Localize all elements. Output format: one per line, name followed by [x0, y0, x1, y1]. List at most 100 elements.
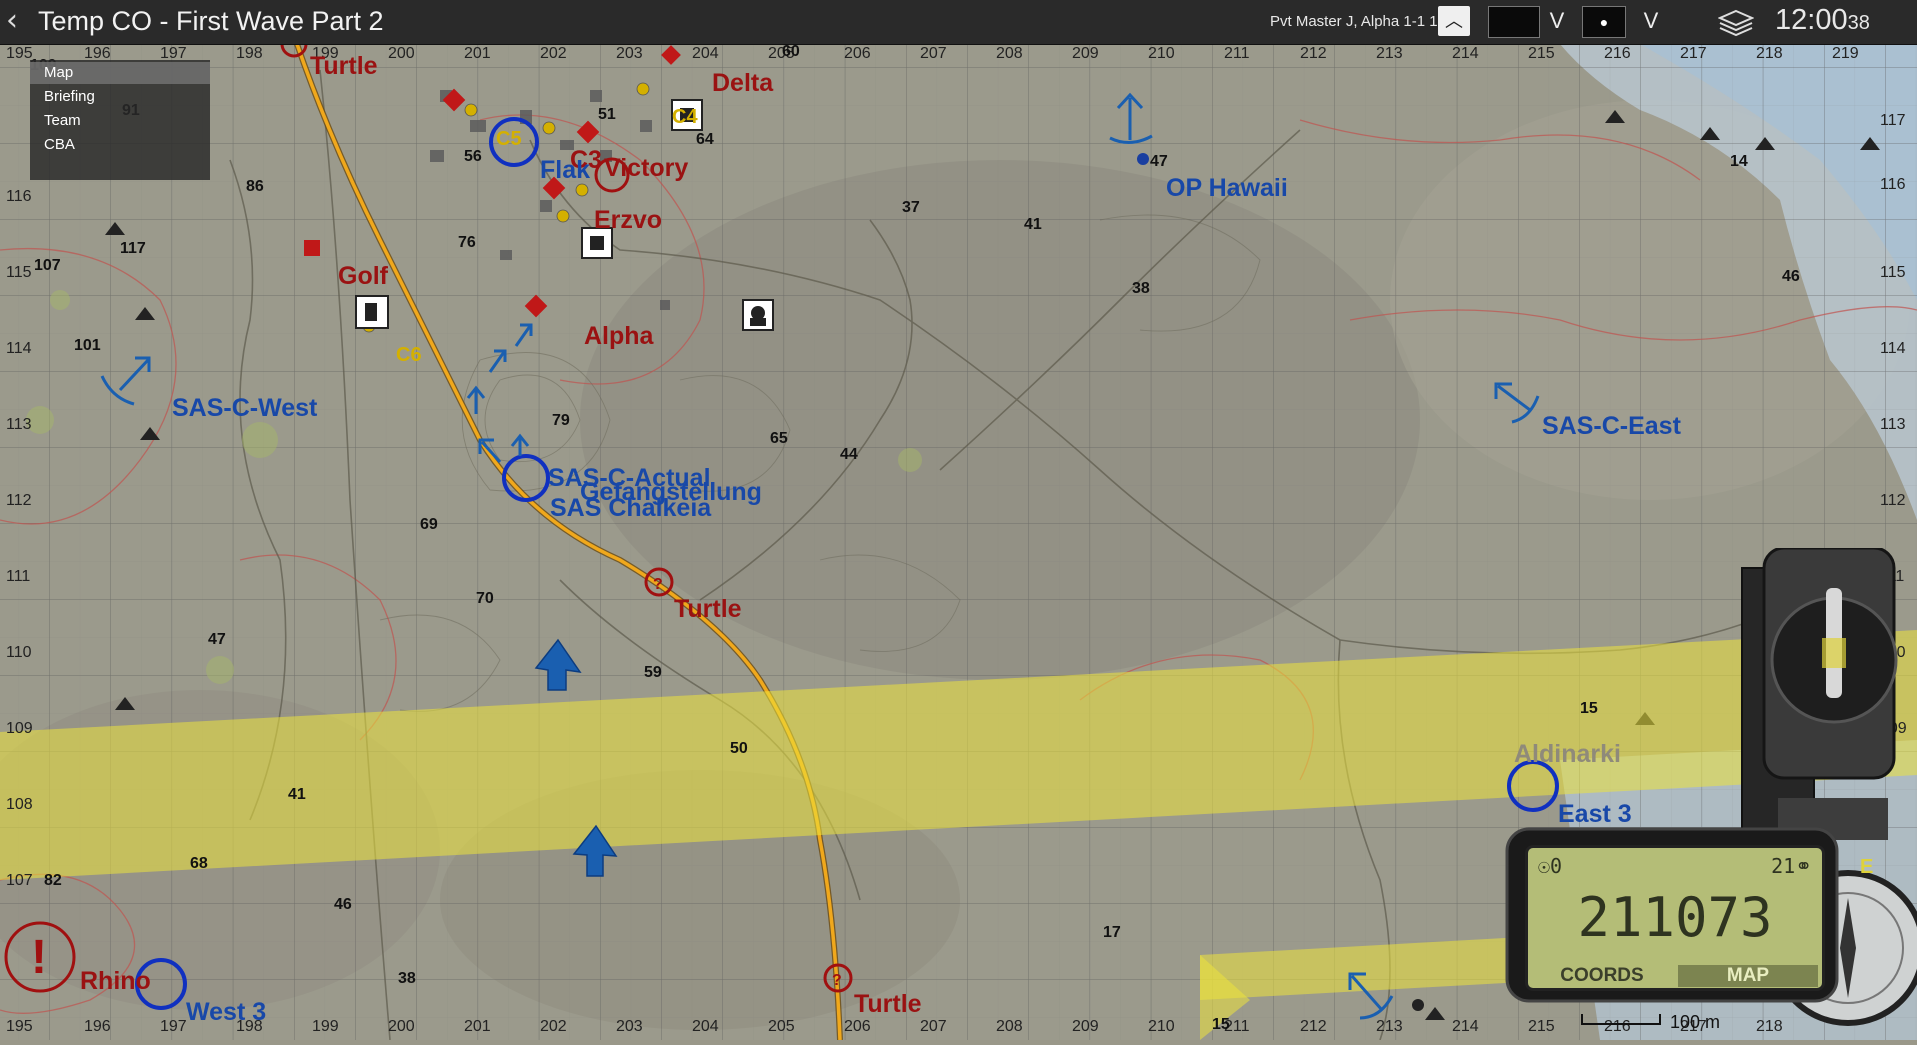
grid-label-top: 202	[540, 45, 567, 62]
svg-text:E: E	[1860, 856, 1873, 878]
grid-label-top: 216	[1604, 45, 1631, 62]
spot-height: 79	[552, 412, 570, 429]
grid-label-bottom: 203	[616, 1018, 643, 1035]
town-label: Aldinarki	[1514, 740, 1621, 768]
grid-label-right: 116	[1880, 176, 1906, 193]
grid-label-left: 113	[6, 416, 32, 433]
grid-label-top: 218	[1756, 45, 1783, 62]
grid-label-top: 211	[1224, 45, 1250, 62]
grid-label-bottom: 212	[1300, 1018, 1327, 1035]
marker-label: West 3	[186, 998, 267, 1026]
marker-label: C6	[396, 344, 422, 366]
grid-label-right: 112	[1880, 492, 1906, 509]
grid-label-bottom: 200	[388, 1018, 415, 1035]
gps-screen: ☉0 21⚭ 211073 COORDS MAP	[1525, 845, 1825, 991]
svg-text:!: !	[31, 931, 47, 984]
grid-label-top: 209	[1072, 45, 1099, 62]
chevron-left-icon[interactable]: ‹	[6, 4, 18, 38]
spot-height: 14	[1730, 153, 1748, 170]
marker-label: Victory	[604, 154, 689, 182]
tab-team[interactable]: Team	[30, 110, 210, 132]
tab-cba[interactable]: CBA	[30, 134, 210, 156]
grid-label-top: 200	[388, 45, 415, 62]
grid-label-top: 212	[1300, 45, 1327, 62]
spot-height: 70	[476, 590, 494, 607]
scale-bar	[1581, 1014, 1661, 1025]
grid-label-top: 215	[1528, 45, 1555, 62]
grid-label-bottom: 204	[692, 1018, 719, 1035]
grid-label-bottom: 214	[1452, 1018, 1479, 1035]
spot-height: 37	[902, 199, 920, 216]
grid-label-right: 117	[1880, 112, 1906, 129]
spot-height: 86	[246, 178, 264, 195]
clock: 12:0038	[1775, 4, 1870, 37]
top-bar: ‹ Temp CO - First Wave Part 2 Pvt Master…	[0, 0, 1917, 45]
grid-label-top: 201	[464, 45, 491, 62]
grid-label-bottom: 213	[1376, 1018, 1403, 1035]
grid-label-left: 112	[6, 492, 32, 509]
grid-label-right: 115	[1880, 264, 1906, 281]
grid-label-left: 109	[6, 720, 33, 737]
gps-device: ☉0 21⚭ 211073 COORDS MAP	[1503, 825, 1841, 1005]
marker-label: SAS-C-West	[172, 394, 318, 422]
grid-label-top: 207	[920, 45, 947, 62]
grid-label-bottom: 201	[464, 1018, 491, 1035]
spot-height: 56	[464, 148, 482, 165]
grid-label-bottom: 206	[844, 1018, 871, 1035]
map-tabs-panel: Map Briefing Team CBA	[30, 60, 210, 180]
spot-height: 65	[770, 430, 788, 447]
marker-label: Flak	[540, 156, 591, 184]
layers-icon[interactable]	[1718, 9, 1754, 37]
svg-text:?: ?	[832, 972, 842, 989]
marker-label: Turtle	[310, 52, 378, 80]
grid-label-top: 213	[1376, 45, 1403, 62]
grid-label-top: 195	[6, 45, 33, 62]
marker-label: Turtle	[854, 990, 922, 1018]
player-name: Pvt Master J, Alpha 1-1 1	[1270, 13, 1438, 30]
spot-height: 69	[420, 516, 438, 533]
grid-label-left: 111	[6, 568, 31, 585]
grid-label-top: 214	[1452, 45, 1479, 62]
marker-label: SAS-C-East	[1542, 412, 1681, 440]
grid-label-bottom: 195	[6, 1018, 33, 1035]
gps-map-button[interactable]: MAP	[1678, 965, 1818, 987]
grid-label-bottom: 215	[1528, 1018, 1555, 1035]
gps-altitude: ☉0	[1538, 854, 1563, 878]
grid-label-left: 116	[6, 188, 32, 205]
spot-height: 15	[1580, 700, 1598, 717]
spot-height: 59	[644, 664, 662, 681]
gps-right-value: 21	[1771, 854, 1796, 878]
expand-button[interactable]: ︿	[1438, 6, 1470, 36]
spot-height: 82	[44, 872, 62, 889]
grid-label-bottom: 207	[920, 1018, 947, 1035]
marker-label: Gefangstellung	[580, 478, 762, 506]
spot-height: 47	[208, 631, 226, 648]
marker-label: Golf	[338, 262, 388, 290]
gps-coords-button[interactable]: COORDS	[1532, 965, 1672, 987]
marker-label: Delta	[712, 69, 774, 97]
grid-label-bottom: 202	[540, 1018, 567, 1035]
spot-height: 47	[1150, 153, 1168, 170]
gps-heading: 21⚭	[1771, 854, 1812, 878]
marker-shape-select[interactable]: ●	[1582, 6, 1626, 38]
grid-label-top: 208	[996, 45, 1023, 62]
grid-label-bottom: 208	[996, 1018, 1023, 1035]
tab-map[interactable]: Map	[30, 62, 210, 84]
grid-label-left: 114	[6, 340, 32, 357]
scale-label: 100 m	[1670, 1012, 1721, 1032]
grid-label-top: 206	[844, 45, 871, 62]
tab-briefing[interactable]: Briefing	[30, 86, 210, 108]
grid-label-bottom: 196	[84, 1018, 111, 1035]
clock-seconds: 38	[1847, 12, 1870, 34]
color-select[interactable]	[1488, 6, 1540, 38]
marker-label: Alpha	[584, 322, 654, 350]
chevron-down-icon[interactable]: V	[1542, 6, 1572, 36]
grid-label-right: 113	[1880, 416, 1906, 433]
chevron-down-icon[interactable]: V	[1636, 6, 1666, 36]
grid-label-bottom: 199	[312, 1018, 339, 1035]
spot-height: 107	[34, 257, 61, 274]
page-title: Temp CO - First Wave Part 2	[38, 6, 384, 36]
gps-left-value: 0	[1550, 854, 1563, 878]
spot-height: 17	[1103, 924, 1121, 941]
spot-height: 51	[598, 106, 616, 123]
